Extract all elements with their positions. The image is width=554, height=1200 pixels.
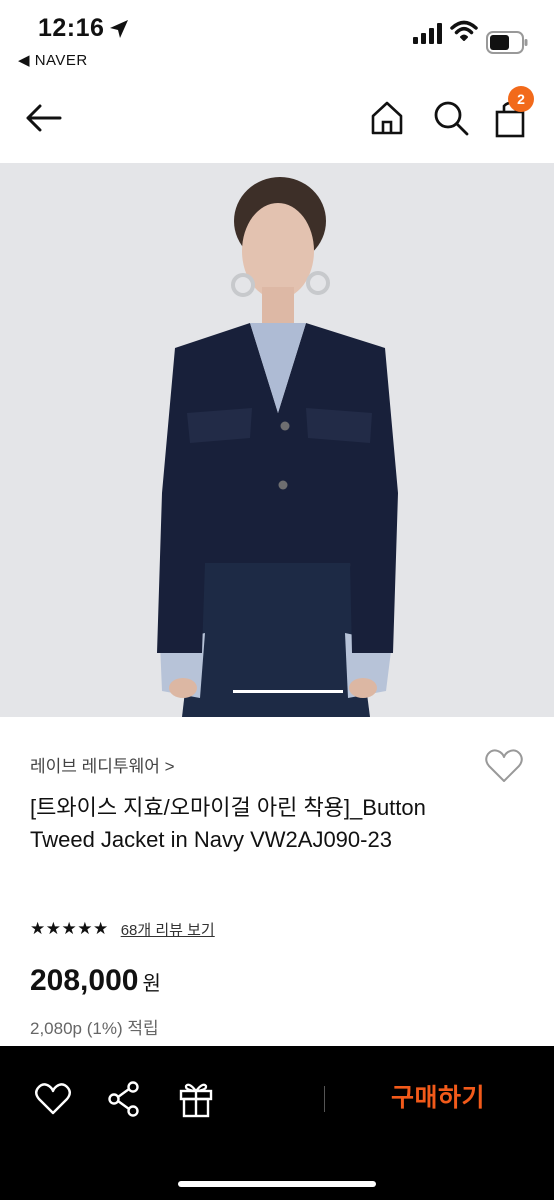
product-photo-illustration (0, 163, 554, 717)
back-arrow-icon[interactable] (22, 98, 64, 138)
gift-icon[interactable] (177, 1080, 215, 1118)
back-to-app-link[interactable]: ◀ NAVER (18, 51, 88, 69)
rating-row: ★★★★★ 68개 리뷰 보기 (30, 917, 215, 941)
wifi-icon (450, 20, 478, 41)
price-value: 208,000 (30, 964, 139, 997)
status-time: 12:16 (38, 14, 105, 42)
heart-icon[interactable] (483, 746, 525, 786)
rating-stars: ★★★★★ (30, 919, 109, 938)
points-info: 2,080p (1%) 적립 (30, 1019, 159, 1038)
top-navigation (0, 76, 554, 162)
bottom-action-bar: 구매하기 (0, 1046, 554, 1200)
location-arrow-icon (110, 20, 128, 38)
brand-link[interactable]: 레이브 레디투웨어 > (30, 752, 175, 777)
signal-icon (413, 23, 442, 44)
buy-button[interactable]: 구매하기 (348, 1076, 528, 1120)
battery-icon (486, 31, 528, 54)
home-indicator[interactable] (178, 1181, 376, 1187)
cart-count-badge: 2 (508, 86, 534, 112)
search-icon[interactable] (431, 98, 471, 138)
product-title: [트와이스 지효/오마이걸 아린 착용]_Button Tweed Jacket… (30, 795, 426, 852)
status-bar: 12:16 ◀ NAVER (0, 0, 554, 76)
divider (324, 1086, 325, 1112)
home-icon[interactable] (368, 98, 406, 138)
price-row: 208,000 원 (30, 964, 161, 998)
heart-icon[interactable] (34, 1082, 72, 1116)
price-currency: 원 (142, 973, 161, 995)
review-link[interactable]: 68개 리뷰 보기 (121, 919, 215, 940)
share-icon[interactable] (106, 1080, 142, 1118)
product-image[interactable] (0, 163, 554, 717)
